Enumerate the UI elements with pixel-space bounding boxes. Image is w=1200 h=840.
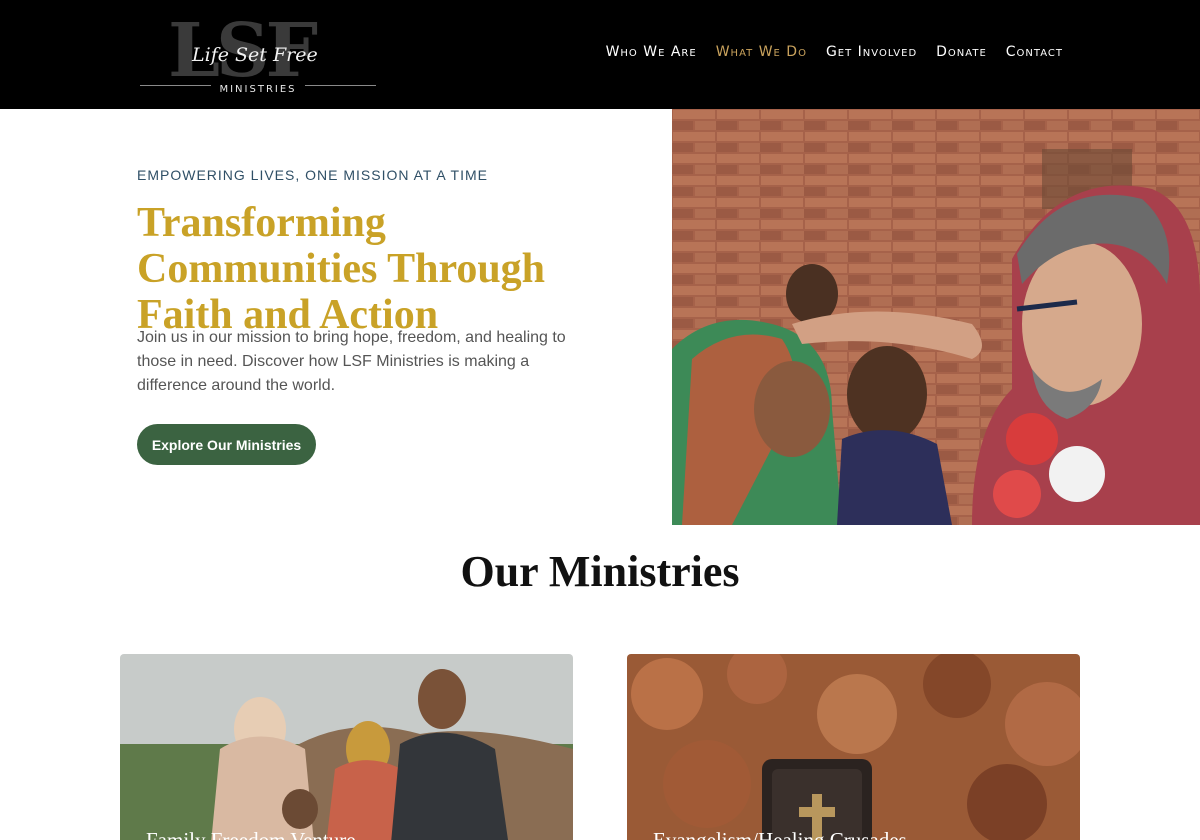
hero-description: Join us in our mission to bring hope, fr… bbox=[137, 329, 566, 394]
site-header: LSF Life Set Free MINISTRIES Who We Are … bbox=[0, 0, 1200, 109]
main-nav: Who We Are What We Do Get Involved Donat… bbox=[606, 44, 1063, 60]
hero-eyebrow: EMPOWERING LIVES, ONE MISSION AT A TIME bbox=[137, 167, 488, 183]
hero-photo bbox=[672, 109, 1200, 525]
card-title: Evangelism/Healing Crusades bbox=[653, 828, 907, 840]
ministry-card-family-freedom[interactable]: Family Freedom Venture bbox=[120, 654, 573, 840]
ministries-section-title: Our Ministries bbox=[460, 547, 740, 596]
nav-get-involved[interactable]: Get Involved bbox=[826, 44, 917, 60]
logo-subtitle: MINISTRIES bbox=[140, 79, 376, 97]
ministry-card-evangelism[interactable]: Evangelism/Healing Crusades bbox=[627, 654, 1080, 840]
nav-contact[interactable]: Contact bbox=[1006, 44, 1063, 60]
logo-script: Life Set Free bbox=[192, 44, 318, 66]
card-title: Family Freedom Venture bbox=[146, 828, 356, 840]
site-logo[interactable]: LSF Life Set Free MINISTRIES bbox=[140, 14, 376, 96]
explore-ministries-button[interactable]: Explore Our Ministries bbox=[137, 424, 316, 465]
hero-title: Transforming Communities Through Faith a… bbox=[137, 200, 546, 338]
nav-who-we-are[interactable]: Who We Are bbox=[606, 44, 697, 60]
nav-what-we-do[interactable]: What We Do bbox=[716, 44, 807, 60]
nav-donate[interactable]: Donate bbox=[936, 44, 987, 60]
